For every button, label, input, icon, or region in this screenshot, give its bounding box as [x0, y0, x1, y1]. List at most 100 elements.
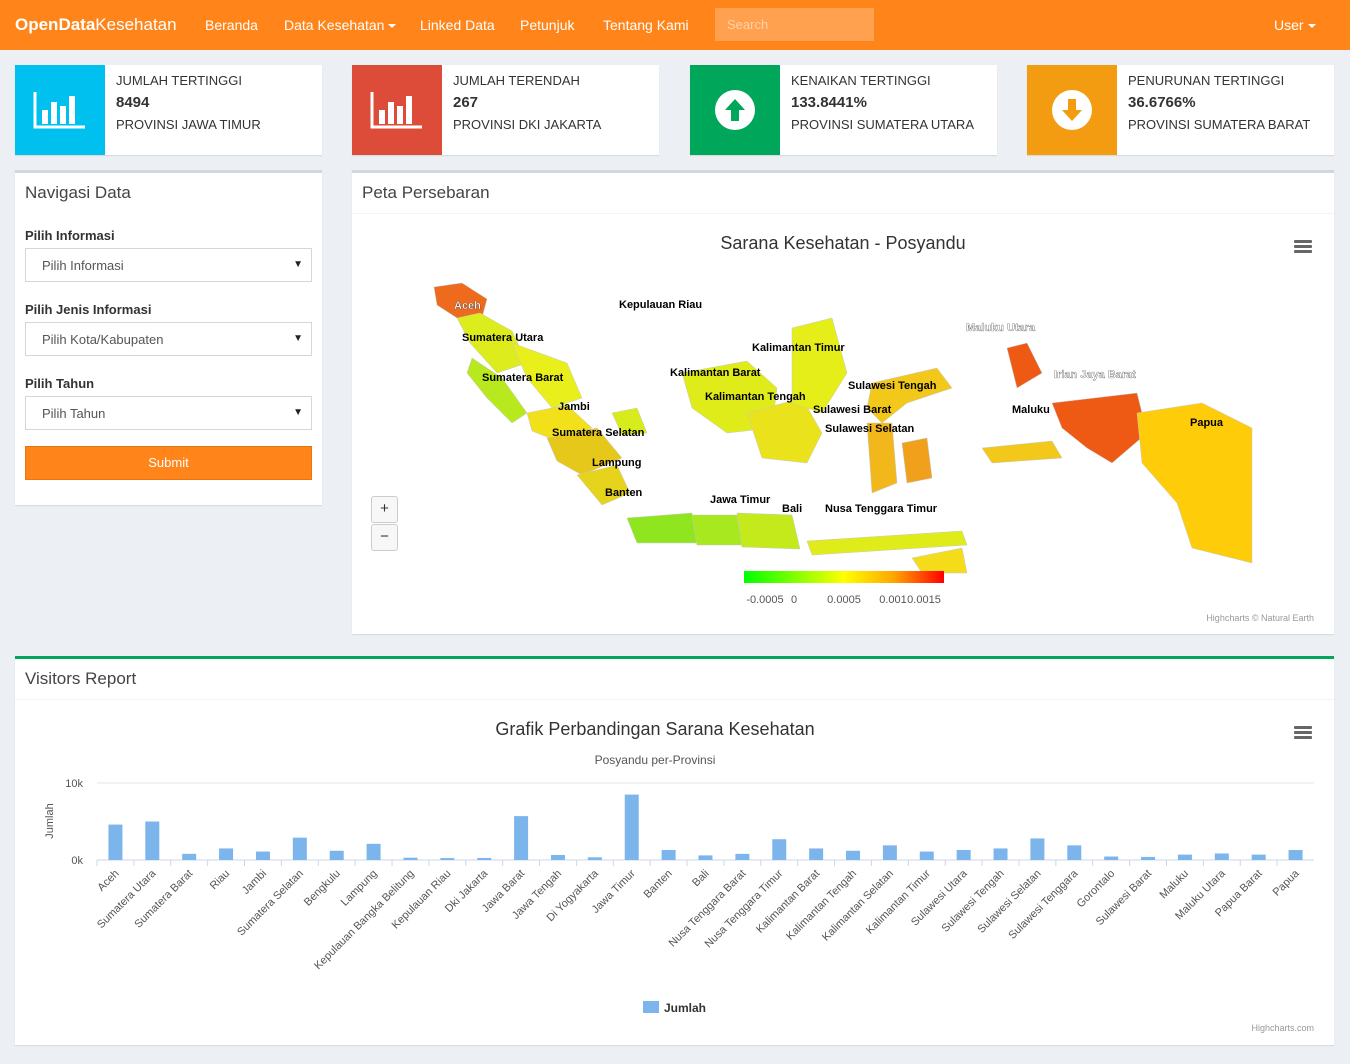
info-box-value: 8494: [116, 94, 150, 111]
x-tick-label: Sumatera Selatan: [235, 868, 306, 939]
map-label: Sumatera Selatan: [552, 427, 645, 439]
map-color-legend: [744, 571, 944, 583]
x-tick-label: Kalimantan Tengah: [784, 868, 859, 943]
dropdown-arrow-icon: ▼: [293, 259, 303, 270]
map-label: Sumatera Utara: [462, 332, 544, 344]
dropdown-arrow-icon: ▼: [293, 407, 303, 418]
bar: [514, 816, 529, 860]
map-label: Irian Jaya Barat: [1054, 369, 1136, 381]
x-tick-label: Sulawesi Selatan: [975, 868, 1043, 936]
map-region-sultra[interactable]: [901, 437, 933, 484]
bar: [440, 858, 455, 860]
legend-tick-label: 0.001: [879, 594, 907, 606]
bar: [145, 821, 160, 860]
submit-button[interactable]: Submit: [25, 446, 312, 480]
brand-logo[interactable]: OpenDataKesehatan: [15, 15, 177, 35]
user-menu[interactable]: User: [1274, 17, 1316, 33]
map-label: Sumatera Barat: [482, 372, 564, 384]
nav-data-kesehatan[interactable]: Data Kesehatan: [284, 17, 397, 33]
brand-light: Kesehatan: [95, 15, 177, 34]
legend-swatch: [643, 1001, 659, 1013]
info-box-label: KENAIKAN TERTINGGI: [791, 73, 931, 88]
bar: [329, 850, 344, 860]
map-region-jawa-timur[interactable]: [736, 512, 801, 550]
pilih-jenis-value: Pilih Kota/Kabupaten: [42, 332, 164, 347]
bar-chart-icon: [15, 65, 105, 155]
map-label: Aceh: [454, 300, 481, 312]
pilih-informasi-label: Pilih Informasi: [25, 228, 115, 243]
bar-chart-credits[interactable]: Highcharts.com: [1251, 1023, 1314, 1033]
info-box-2: JUMLAH TERENDAH 267 PROVINSI DKI JAKARTA: [352, 65, 659, 155]
info-box-value: 133.8441%: [791, 94, 867, 111]
map-region-irian-jaya-barat[interactable]: [1051, 392, 1148, 464]
info-box-content: PENURUNAN TERTINGGI 36.6766% PROVINSI SUMA…: [1128, 73, 1310, 132]
map-label: Kalimantan Timur: [752, 342, 845, 354]
nav-linked-data[interactable]: Linked Data: [420, 17, 495, 33]
bar: [1030, 838, 1045, 860]
info-box-label: JUMLAH TERENDAH: [453, 73, 580, 88]
pilih-jenis-label: Pilih Jenis Informasi: [25, 302, 152, 317]
info-box-4: PENURUNAN TERTINGGI 36.6766% PROVINSI SUMA…: [1027, 65, 1334, 155]
pilih-informasi-select[interactable]: Pilih Informasi ▼: [25, 248, 312, 282]
x-tick-label: Sulawesi Tengah: [939, 868, 1006, 935]
map-region-maluku-utara[interactable]: [1006, 342, 1043, 389]
map-region-jawa-tengah[interactable]: [691, 514, 743, 546]
bar: [255, 851, 270, 860]
map-label: Jambi: [558, 401, 590, 413]
bar: [1067, 845, 1082, 860]
search-input[interactable]: [715, 8, 874, 41]
nav-petunjuk[interactable]: Petunjuk: [520, 17, 574, 33]
legend-tick-label: 0: [791, 594, 797, 606]
user-menu-label: User: [1274, 17, 1304, 33]
map-credits[interactable]: Highcharts © Natural Earth: [1206, 613, 1314, 623]
bar: [772, 839, 787, 860]
arrow-down-circle-icon: [1027, 65, 1117, 155]
nav-data-kesehatan-label: Data Kesehatan: [284, 17, 385, 33]
x-tick-label: Sulawesi Tenggara: [1006, 867, 1081, 942]
zoom-in-button[interactable]: +: [371, 496, 398, 523]
pilih-tahun-select[interactable]: Pilih Tahun ▼: [25, 396, 312, 430]
bar: [846, 850, 861, 860]
x-tick-label: Jambi: [240, 868, 269, 897]
map-label: Kalimantan Barat: [670, 367, 761, 379]
map-label: Maluku: [1012, 404, 1050, 416]
map-label: Banten: [605, 487, 643, 499]
bar: [366, 843, 381, 860]
info-box-desc: PROVINSI SUMATERA UTARA: [791, 117, 974, 132]
info-box-content: JUMLAH TERENDAH 267 PROVINSI DKI JAKARTA: [453, 73, 601, 132]
bar-chart: 10k0kJumlahAcehSumatera UtaraSumatera Ba…: [44, 778, 1314, 1015]
map-region-ntt-timor[interactable]: [911, 547, 968, 574]
map-label: Sulawesi Barat: [813, 404, 892, 416]
map-region-maluku[interactable]: [981, 440, 1063, 464]
info-box-value: 267: [453, 94, 479, 111]
map-label: Sulawesi Selatan: [825, 423, 915, 435]
top-navbar: OpenDataKesehatan Beranda Data Kesehatan…: [0, 0, 1350, 50]
bar: [1104, 856, 1119, 860]
bar: [661, 849, 676, 860]
map-region-jawa-barat[interactable]: [626, 512, 698, 544]
bar: [108, 824, 123, 860]
bar-chart-icon: [352, 65, 442, 155]
nav-beranda[interactable]: Beranda: [205, 17, 258, 33]
pilih-jenis-select[interactable]: Pilih Kota/Kabupaten ▼: [25, 322, 312, 356]
x-tick-label: Kalimantan Selatan: [820, 868, 896, 944]
pilih-informasi-value: Pilih Informasi: [42, 258, 124, 273]
map-label: Sulawesi Tengah: [848, 380, 937, 392]
x-tick-label: Kalimantan Barat: [754, 868, 822, 936]
peta-persebaran-title: Peta Persebaran: [362, 183, 490, 202]
bar: [1141, 856, 1156, 860]
caret-down-icon: [1307, 24, 1316, 29]
dropdown-arrow-icon: ▼: [293, 333, 303, 344]
bar: [1214, 853, 1229, 860]
map-label: Maluku Utara: [966, 322, 1036, 334]
navigasi-data-title: Navigasi Data: [25, 183, 131, 202]
bar: [587, 857, 602, 860]
map-label: Jawa Timur: [710, 494, 771, 506]
map-region-bali-ntb-ntt[interactable]: [806, 530, 968, 556]
info-box-label: JUMLAH TERTINGGI: [116, 73, 242, 88]
nav-tentang-kami[interactable]: Tentang Kami: [603, 17, 689, 33]
indonesia-map[interactable]: Aceh Sumatera Utara Sumatera Barat Kepulaua…: [352, 213, 1334, 633]
legend-tick-label: 0.0015: [907, 594, 941, 606]
bar: [919, 851, 934, 860]
zoom-out-button[interactable]: −: [371, 524, 398, 551]
